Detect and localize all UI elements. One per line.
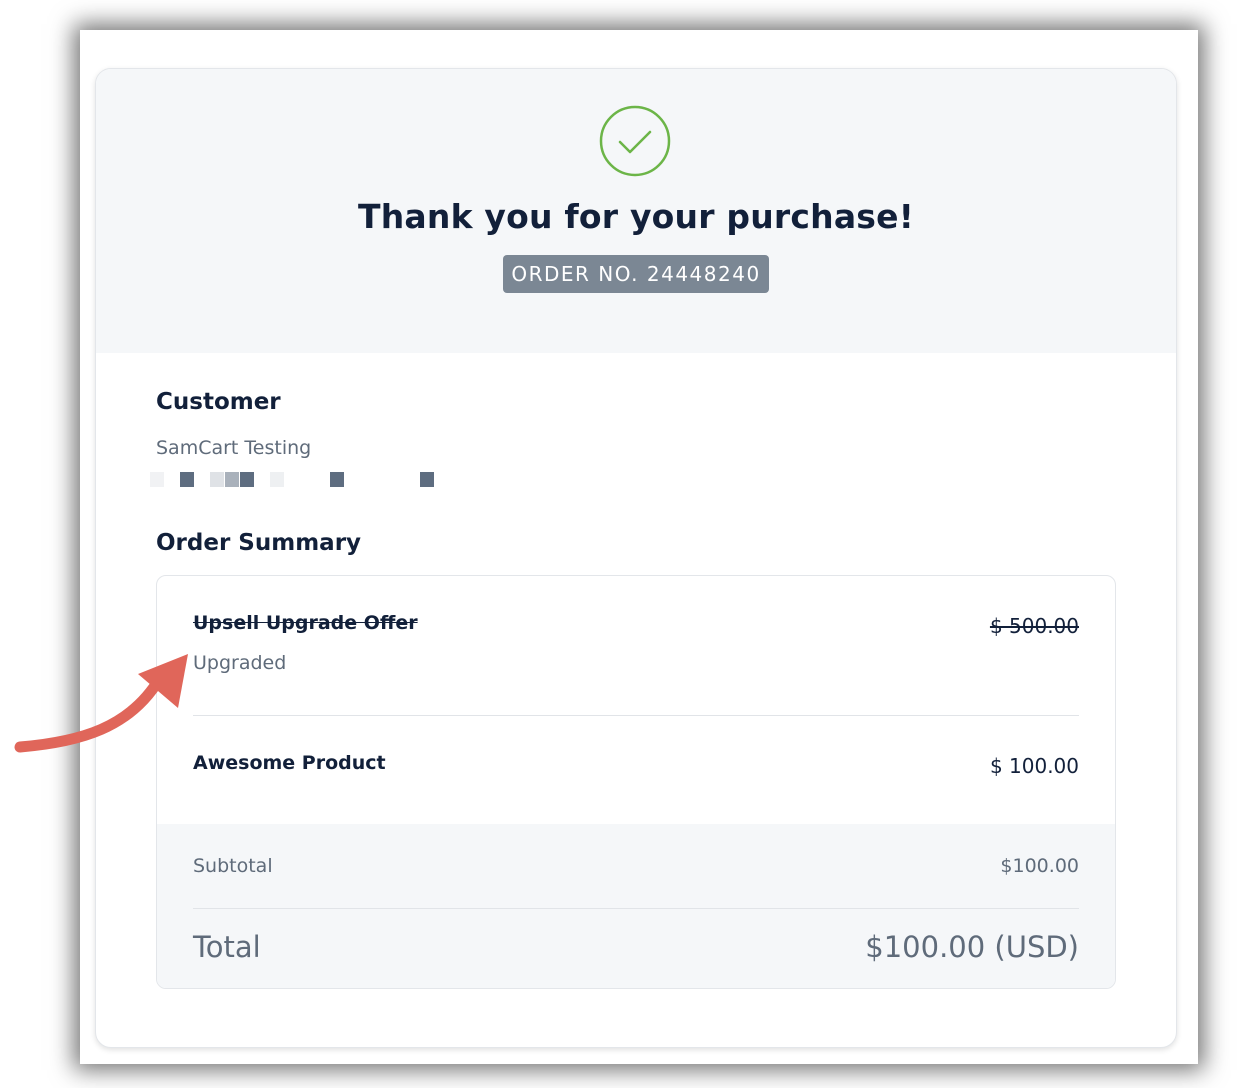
total-value: $100.00 (USD) (865, 930, 1079, 964)
order-confirmation-card: Thank you for your purchase! ORDER NO. 2… (95, 68, 1177, 1048)
item-name: Awesome Product (193, 752, 386, 774)
item-name: Upsell Upgrade Offer (193, 612, 418, 634)
confirmation-header: Thank you for your purchase! ORDER NO. 2… (96, 69, 1176, 353)
total-label: Total (193, 930, 261, 964)
item-price: $ 500.00 (989, 614, 1079, 638)
customer-name: SamCart Testing (156, 437, 312, 459)
item-upgrade-note: Upgraded (193, 652, 287, 674)
order-summary-heading: Order Summary (156, 530, 362, 556)
item-price: $ 100.00 (989, 754, 1079, 778)
line-item-product: Awesome Product $ 100.00 (193, 752, 1079, 782)
item-divider (193, 715, 1079, 716)
order-number-badge: ORDER NO. 24448240 (503, 255, 769, 293)
totals-divider (193, 908, 1079, 909)
subtotal-value: $100.00 (1000, 855, 1079, 877)
check-circle-icon (599, 105, 671, 177)
confirmation-window: Thank you for your purchase! ORDER NO. 2… (80, 30, 1198, 1064)
customer-heading: Customer (156, 389, 281, 415)
page-title: Thank you for your purchase! (358, 197, 914, 236)
totals-section: Subtotal $100.00 Total $100.00 (USD) (157, 824, 1115, 988)
line-item-upsell: Upsell Upgrade Offer $ 500.00 Upgraded (193, 612, 1079, 692)
annotation-arrow-icon (14, 654, 188, 753)
subtotal-label: Subtotal (193, 855, 273, 877)
order-summary-box: Upsell Upgrade Offer $ 500.00 Upgraded A… (156, 575, 1116, 989)
redacted-customer-email (150, 472, 450, 488)
